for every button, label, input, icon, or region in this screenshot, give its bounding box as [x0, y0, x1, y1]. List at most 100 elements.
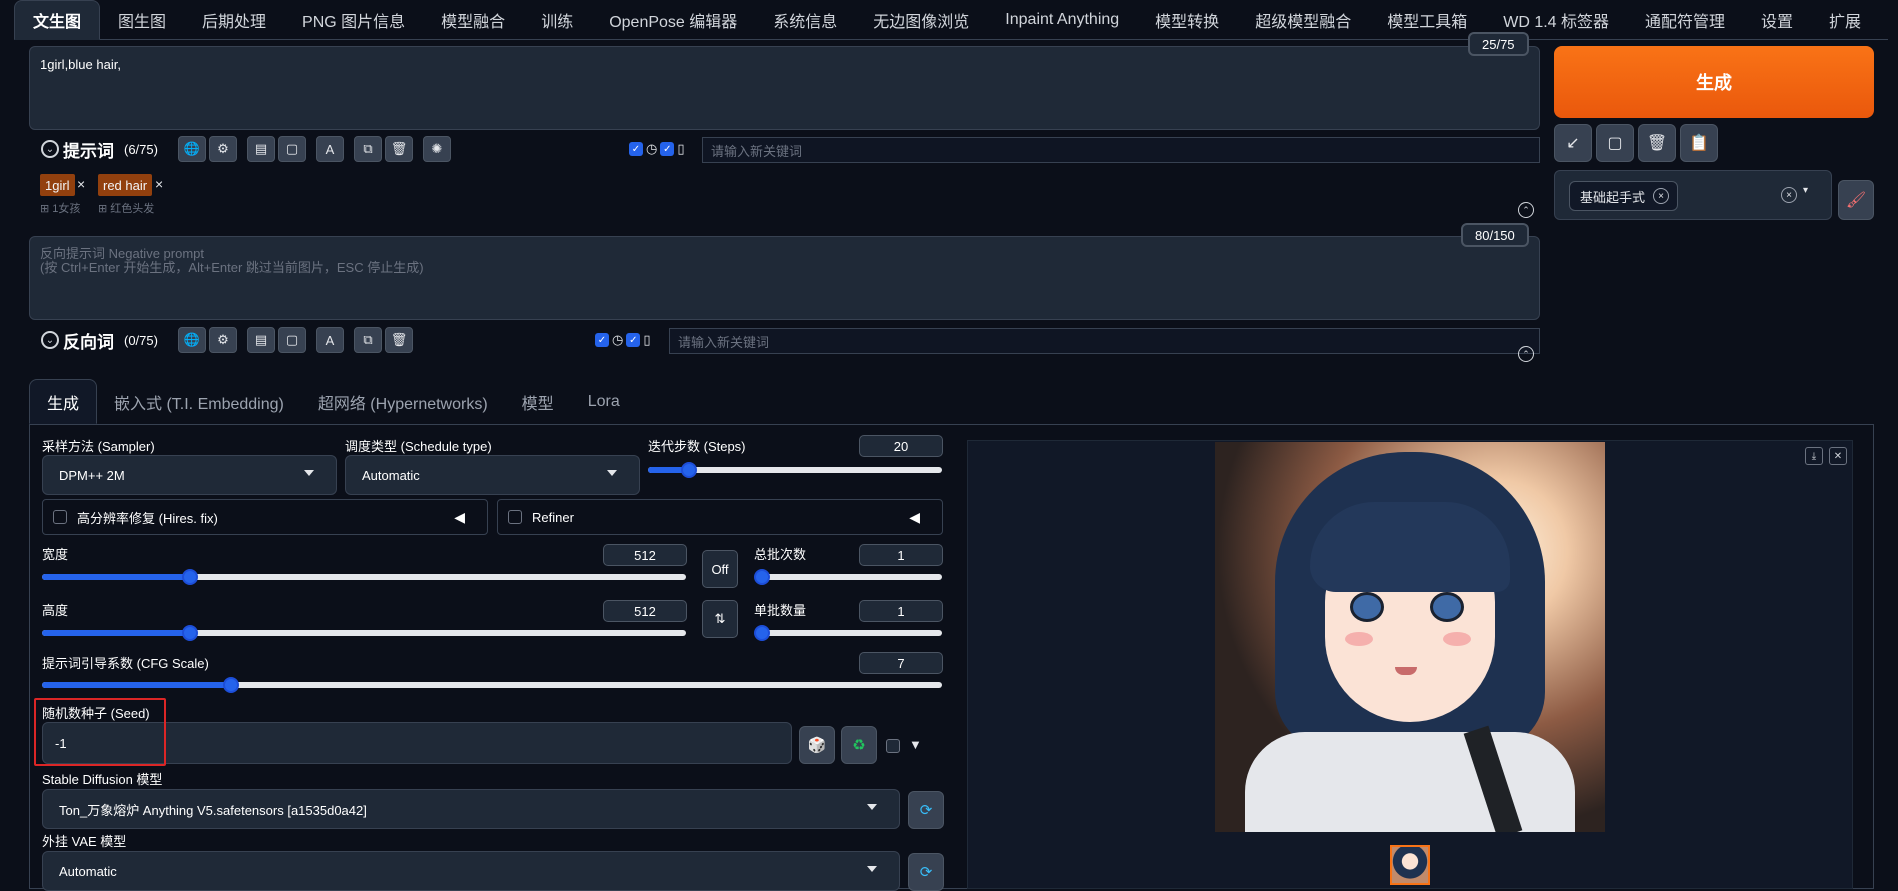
tab-8[interactable]: 无边图像浏览	[855, 0, 987, 40]
tab-5[interactable]: 训练	[523, 0, 591, 40]
sampler-dropdown[interactable]: DPM++ 2M	[42, 455, 337, 495]
tab-14[interactable]: 通配符管理	[1627, 0, 1743, 40]
refiner-checkbox[interactable]	[508, 510, 522, 524]
close-icon[interactable]: ✕	[1829, 447, 1847, 465]
bookmark-icon[interactable]: ▢	[277, 136, 306, 162]
schedule-dropdown[interactable]: Automatic	[345, 455, 640, 495]
trash-icon[interactable]: 🗑	[384, 136, 413, 162]
tab-9[interactable]: Inpaint Anything	[987, 0, 1137, 40]
generated-image[interactable]	[1215, 442, 1605, 832]
hires-checkbox[interactable]	[53, 510, 67, 524]
cfg-input[interactable]: 7	[859, 652, 943, 674]
openai-icon[interactable]: ✺	[422, 136, 451, 162]
tab-6[interactable]: OpenPose 编辑器	[591, 0, 755, 40]
translate-text-icon[interactable]: A	[315, 136, 344, 162]
clipboard-icon[interactable]: 📋	[1680, 124, 1718, 162]
tab-12[interactable]: 模型工具箱	[1369, 0, 1485, 40]
style-chip-label: 基础起手式	[1580, 189, 1646, 205]
close-icon[interactable]: ×	[1653, 188, 1670, 204]
translate-icon[interactable]: 🌐	[177, 136, 206, 162]
checkbox-checked[interactable]: ✓	[626, 333, 641, 347]
history-icon[interactable]: ▤	[246, 136, 275, 162]
batch-size-slider[interactable]	[754, 625, 942, 641]
tab-15[interactable]: 设置	[1743, 0, 1811, 40]
tag-chip[interactable]: 1girl	[40, 174, 75, 196]
sd-model-dropdown[interactable]: Ton_万象熔炉 Anything V5.safetensors [a1535d…	[42, 789, 900, 829]
batch-count-input[interactable]: 1	[859, 544, 943, 566]
extra-seed-checkbox[interactable]	[886, 739, 900, 753]
refresh-icon[interactable]: ⟳	[908, 791, 944, 829]
generate-button[interactable]: 生成	[1554, 46, 1874, 118]
hires-fix-accordion[interactable]: 高分辨率修复 (Hires. fix) ◀	[42, 499, 488, 535]
tab-0[interactable]: 文生图	[14, 0, 101, 40]
trash-icon[interactable]: 🗑	[1638, 124, 1676, 162]
negative-prompt-textarea[interactable]: 反向提示词 Negative prompt (按 Ctrl+Enter 开始生成…	[29, 236, 1540, 320]
steps-input[interactable]: 20	[859, 435, 943, 457]
swap-icon: ⇅	[714, 611, 726, 626]
schedule-value: Automatic	[362, 467, 420, 483]
collapse-icon[interactable]: ⌄	[41, 140, 59, 158]
height-slider[interactable]	[42, 625, 686, 641]
chevron-down-icon[interactable]: ▾	[1803, 185, 1808, 196]
steps-slider[interactable]	[648, 462, 942, 478]
tab-2[interactable]: 后期处理	[184, 0, 284, 40]
checkbox-checked[interactable]: ✓	[595, 333, 609, 347]
prompt-textarea[interactable]: 1girl,blue hair,	[29, 46, 1540, 130]
collapse-icon[interactable]: ⌄	[41, 331, 59, 349]
recycle-icon[interactable]: ♻	[841, 726, 877, 764]
negative-token-counter: 80/150	[1461, 223, 1529, 247]
styles-select[interactable]: 基础起手式 × × ▾	[1554, 170, 1832, 220]
trash-icon[interactable]: 🗑	[384, 327, 413, 353]
vae-value: Automatic	[59, 863, 117, 879]
brush-icon[interactable]: 🖌	[1838, 180, 1874, 220]
batch-count-slider[interactable]	[754, 569, 942, 585]
tab-10[interactable]: 模型转换	[1137, 0, 1237, 40]
tag-chip[interactable]: red hair	[98, 174, 153, 196]
tab-7[interactable]: 系统信息	[755, 0, 855, 40]
lower-tab-2[interactable]: 超网络 (Hypernetworks)	[301, 379, 505, 424]
clear-icon[interactable]: ×	[1781, 187, 1797, 203]
lower-tab-3[interactable]: 模型	[505, 379, 571, 424]
checkbox-checked[interactable]: ✓	[629, 142, 643, 156]
lower-tab-4[interactable]: Lora	[571, 379, 637, 424]
chevron-up-icon[interactable]: ⌃	[1518, 202, 1534, 218]
history-icon[interactable]: ▤	[246, 327, 275, 353]
cfg-slider[interactable]	[42, 677, 942, 693]
copy-icon[interactable]: ⧉	[353, 136, 382, 162]
tab-3[interactable]: PNG 图片信息	[284, 0, 423, 40]
lower-tab-1[interactable]: 嵌入式 (T.I. Embedding)	[97, 379, 301, 424]
triangle-down-icon[interactable]: ▼	[909, 737, 922, 752]
chevron-up-icon[interactable]: ⌃	[1518, 346, 1534, 362]
tab-16[interactable]: 扩展	[1811, 0, 1879, 40]
settings-icon[interactable]: ⚙	[208, 136, 237, 162]
checkbox-checked[interactable]: ✓	[660, 142, 675, 156]
width-input[interactable]: 512	[603, 544, 687, 566]
tab-11[interactable]: 超级模型融合	[1237, 0, 1369, 40]
square-icon[interactable]: ▢	[1596, 124, 1634, 162]
arrow-icon[interactable]: ↙	[1554, 124, 1592, 162]
style-chip[interactable]: 基础起手式 ×	[1569, 181, 1679, 211]
batch-size-input[interactable]: 1	[859, 600, 943, 622]
gallery-thumbnail[interactable]	[1390, 845, 1430, 885]
translate-icon[interactable]: 🌐	[177, 327, 206, 353]
dice-icon[interactable]: 🎲	[799, 726, 835, 764]
vae-dropdown[interactable]: Automatic	[42, 851, 900, 891]
bookmark-icon[interactable]: ▢	[277, 327, 306, 353]
negative-keyword-input[interactable]: 请输入新关键词	[669, 328, 1540, 354]
settings-icon[interactable]: ⚙	[208, 327, 237, 353]
translate-text-icon[interactable]: A	[315, 327, 344, 353]
keyword-input[interactable]: 请输入新关键词	[702, 137, 1540, 163]
download-icon[interactable]: ⤓	[1805, 447, 1823, 465]
close-icon[interactable]: ×	[155, 176, 163, 192]
tab-1[interactable]: 图生图	[100, 0, 184, 40]
close-icon[interactable]: ×	[77, 176, 85, 192]
swap-dimensions-button[interactable]: ⇅	[702, 600, 738, 638]
refiner-accordion[interactable]: Refiner ◀	[497, 499, 943, 535]
hires-off-button[interactable]: Off	[702, 550, 738, 588]
height-input[interactable]: 512	[603, 600, 687, 622]
width-slider[interactable]	[42, 569, 686, 585]
lower-tab-0[interactable]: 生成	[29, 379, 98, 424]
tab-4[interactable]: 模型融合	[423, 0, 523, 40]
copy-icon[interactable]: ⧉	[353, 327, 382, 353]
refresh-icon[interactable]: ⟳	[908, 853, 944, 891]
